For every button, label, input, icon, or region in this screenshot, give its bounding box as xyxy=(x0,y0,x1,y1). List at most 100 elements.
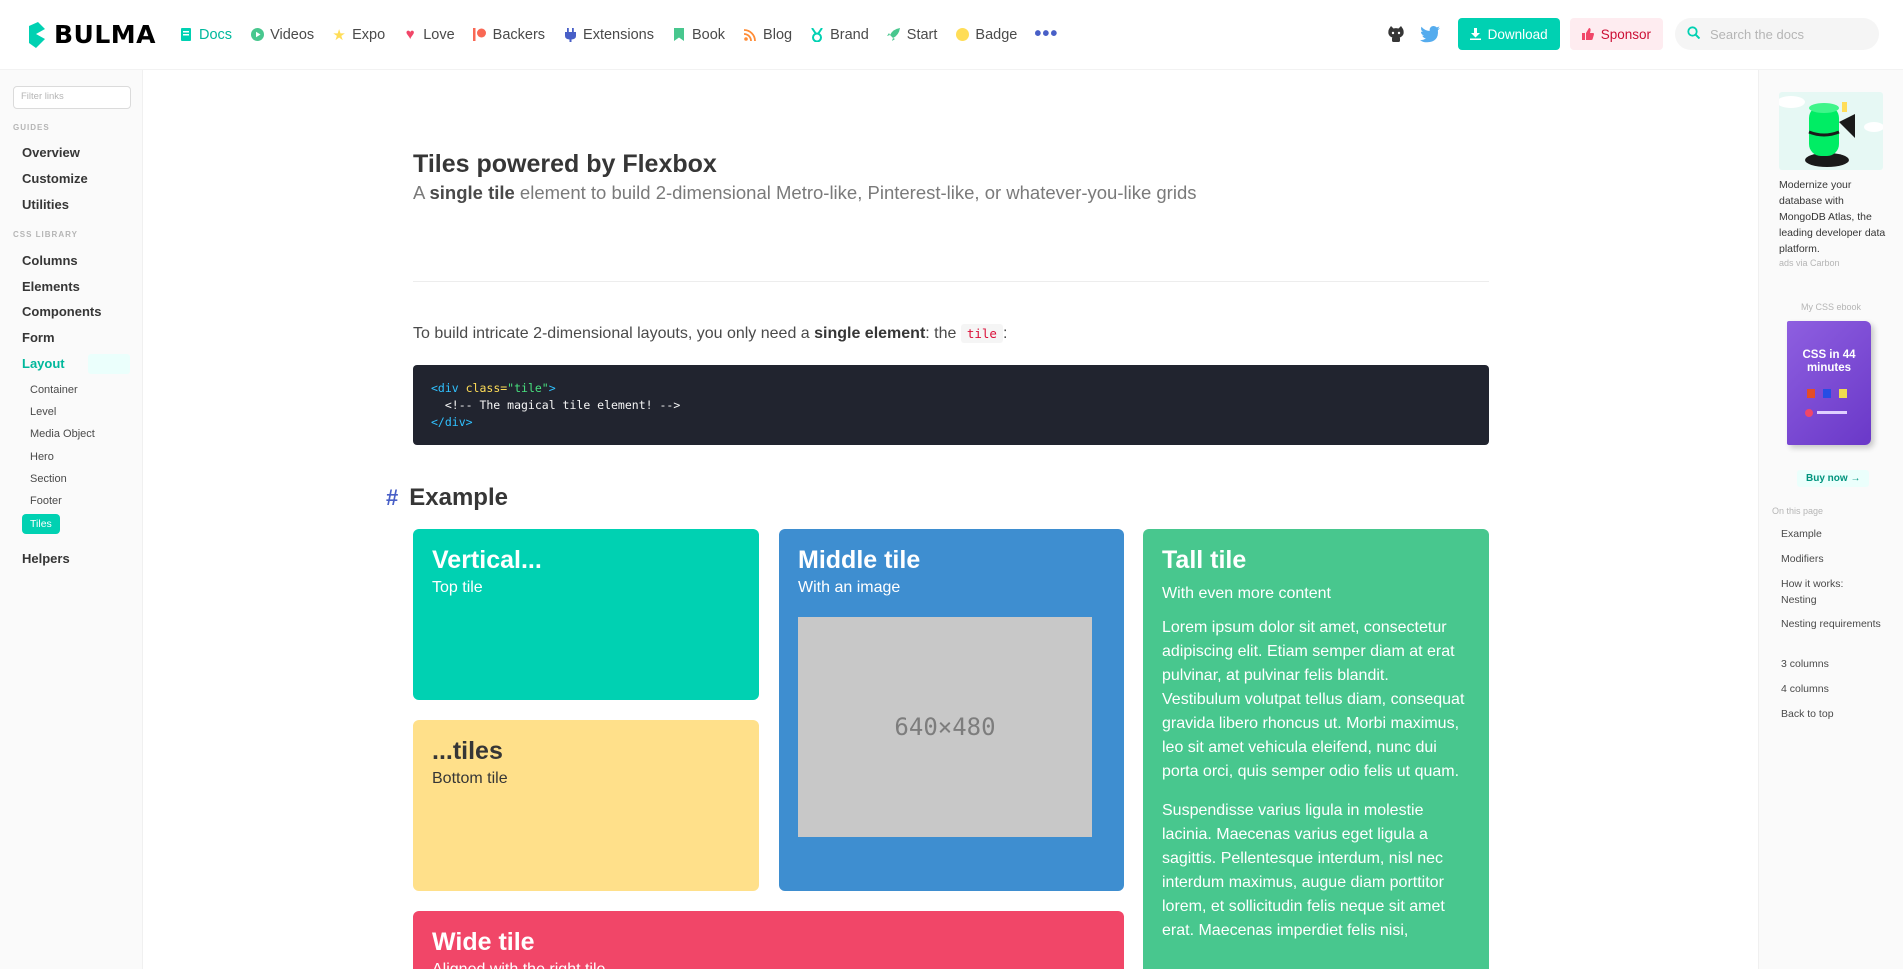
sidebar-sub-hero[interactable]: Hero xyxy=(30,451,54,463)
page-title: Tiles powered by Flexbox xyxy=(413,150,717,178)
sidebar-item-columns[interactable]: Columns xyxy=(22,253,78,268)
intro-text: To build intricate 2-dimensional layouts… xyxy=(413,324,1008,343)
tile-wide-title: Wide tile xyxy=(432,928,535,956)
intro-pre: To build intricate 2-dimensional layouts… xyxy=(413,325,815,342)
intro-post: : xyxy=(1002,325,1008,342)
navbar-right: Download Sponsor Search the docs xyxy=(1384,18,1879,50)
intro-mid: : the xyxy=(925,325,961,342)
code-close-tag: </div> xyxy=(431,415,473,429)
sponsor-button[interactable]: Sponsor xyxy=(1569,18,1663,50)
intro-bold: single element xyxy=(814,325,926,342)
subtitle-post: element to build 2-dimensional Metro-lik… xyxy=(514,182,1197,203)
tile-bottom-sub: Bottom tile xyxy=(432,770,508,787)
tile-middle-title: Middle tile xyxy=(798,546,921,574)
tile-vertical-sub: Top tile xyxy=(432,579,483,596)
more-menu-icon[interactable]: ••• xyxy=(1034,23,1058,46)
nav-love-label: Love xyxy=(423,26,455,43)
ebook-cover[interactable]: CSS in 44 minutes xyxy=(1787,321,1871,445)
tile-wide-sub: Aligned with the right tile xyxy=(432,961,1105,969)
tile-tall-paragraph-1: Lorem ipsum dolor sit amet, consectetur … xyxy=(1162,619,1465,780)
buy-now-button[interactable]: Buy now → xyxy=(1797,470,1870,487)
nav-book[interactable]: Book xyxy=(672,0,725,70)
toc-modifiers[interactable]: Modifiers xyxy=(1781,551,1881,567)
code-comment: <!-- The magical tile element! --> xyxy=(431,398,681,412)
sidebar-sub-tiles[interactable]: Tiles xyxy=(22,514,60,534)
nav-videos-label: Videos xyxy=(270,26,315,43)
toc-nesting[interactable]: How it works: Nesting xyxy=(1781,576,1881,608)
nav-blog-label: Blog xyxy=(763,26,793,43)
nav-badge[interactable]: Badge xyxy=(955,0,1017,70)
github-icon[interactable] xyxy=(1384,22,1408,46)
sidebar-item-form[interactable]: Form xyxy=(22,330,55,345)
toc-example[interactable]: Example xyxy=(1781,526,1881,542)
star-icon: ★ xyxy=(332,26,346,44)
sidebar-sub-level[interactable]: Level xyxy=(30,406,56,418)
patreon-icon xyxy=(473,28,487,42)
css-library-label: CSS LIBRARY xyxy=(13,230,78,239)
sidebar-item-helpers[interactable]: Helpers xyxy=(22,551,70,566)
tile-middle-sub: With an image xyxy=(798,579,901,596)
nav-love[interactable]: ♥ Love xyxy=(403,0,455,70)
on-this-page-label: On this page xyxy=(1772,506,1824,516)
thumbs-up-icon xyxy=(1581,28,1594,40)
nav-backers[interactable]: Backers xyxy=(473,0,545,70)
brand-logo[interactable]: BULMA xyxy=(26,20,156,49)
sidebar-sub-media-object[interactable]: Media Object xyxy=(30,428,95,440)
section-heading-text: Example xyxy=(409,484,508,511)
code-attr-value: "tile" xyxy=(507,381,549,395)
ad-via-carbon[interactable]: ads via Carbon xyxy=(1779,258,1840,268)
tile-vertical: Vertical... Top tile xyxy=(413,529,759,700)
circle-icon xyxy=(955,28,969,42)
bulma-logo-icon xyxy=(26,21,48,48)
nav-brand[interactable]: Brand xyxy=(810,0,869,70)
rocket-icon xyxy=(887,28,901,42)
sidebar-sub-section[interactable]: Section xyxy=(30,473,67,485)
nav-expo[interactable]: ★ Expo xyxy=(332,0,385,70)
twitter-icon[interactable] xyxy=(1418,22,1442,46)
sidebar-sub-footer[interactable]: Footer xyxy=(30,495,62,507)
sidebar-item-components[interactable]: Components xyxy=(22,304,101,319)
toc-3-columns[interactable]: 3 columns xyxy=(1781,656,1881,672)
ad-text[interactable]: Modernize your database with MongoDB Atl… xyxy=(1779,177,1887,257)
tile-vertical-title: Vertical... xyxy=(432,546,542,574)
filter-links-input[interactable]: Filter links xyxy=(13,86,131,109)
intro-code: tile xyxy=(960,324,1003,343)
nav-extensions[interactable]: Extensions xyxy=(563,0,654,70)
subtitle-bold: single tile xyxy=(429,182,515,203)
tile-tall-title: Tall tile xyxy=(1162,546,1247,574)
brand-name: BULMA xyxy=(54,20,157,49)
sidebar-item-elements[interactable]: Elements xyxy=(22,279,80,294)
search-input[interactable]: Search the docs xyxy=(1675,18,1879,50)
nav-blog[interactable]: Blog xyxy=(743,0,792,70)
tile-tall-sub: With even more content xyxy=(1162,585,1331,602)
toc-back-to-top[interactable]: Back to top xyxy=(1781,706,1881,722)
tile-bottom: ...tiles Bottom tile xyxy=(413,720,759,891)
sidebar-item-utilities[interactable]: Utilities xyxy=(22,197,69,212)
sidebar-item-overview[interactable]: Overview xyxy=(22,145,80,160)
subtitle-pre: A xyxy=(413,182,430,203)
download-label: Download xyxy=(1487,26,1548,42)
docs-icon xyxy=(179,28,193,42)
code-attr: class= xyxy=(465,381,508,395)
toc-nesting-requirements[interactable]: Nesting requirements xyxy=(1781,616,1881,632)
code-open-tag: <div xyxy=(431,381,466,395)
toc-4-columns[interactable]: 4 columns xyxy=(1781,681,1881,697)
sidebar-sub-container[interactable]: Container xyxy=(30,384,78,396)
sidebar-item-layout[interactable]: Layout xyxy=(22,356,65,371)
nav-start[interactable]: Start xyxy=(887,0,937,70)
download-button[interactable]: Download xyxy=(1457,18,1560,50)
play-icon xyxy=(250,28,264,42)
ebook-title: CSS in 44 minutes xyxy=(1802,349,1856,374)
nav-videos[interactable]: Videos xyxy=(250,0,314,70)
anchor-link[interactable]: # xyxy=(386,485,398,510)
nav-docs[interactable]: Docs xyxy=(179,0,232,70)
ad-image[interactable] xyxy=(1779,92,1883,170)
top-navbar: BULMA Docs Videos ★ Expo ♥ Love Backers … xyxy=(0,0,1903,70)
nav-badge-label: Badge xyxy=(975,26,1018,43)
sidebar-item-customize[interactable]: Customize xyxy=(22,171,88,186)
sponsor-label: Sponsor xyxy=(1600,26,1651,42)
placeholder-image: 640×480 xyxy=(798,617,1092,837)
plug-icon xyxy=(563,27,577,42)
code-open-end: > xyxy=(548,381,556,395)
tile-tall-paragraph-2: Suspendisse varius ligula in molestie la… xyxy=(1162,802,1445,939)
